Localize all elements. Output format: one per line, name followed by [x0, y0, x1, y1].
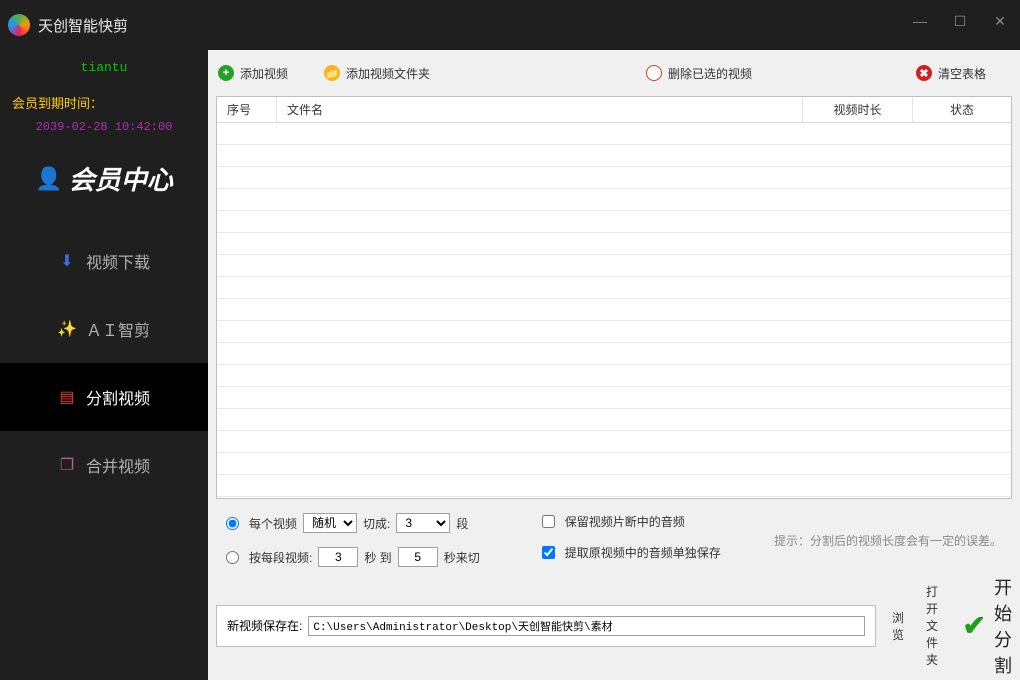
member-center-label: 会员中心 — [69, 160, 173, 197]
add-video-label: 添加视频 — [240, 65, 288, 82]
keep-audio-checkbox[interactable] — [542, 515, 555, 528]
split-mode-group: 每个视频 随机 切成: 3 段 按每段视频: 秒 到 秒来切 — [226, 513, 480, 567]
app-title: 天创智能快剪 — [38, 15, 128, 36]
x-icon: ✖ — [916, 65, 932, 81]
window-controls: — ☐ ✕ — [900, 0, 1020, 50]
sec-b-input[interactable] — [398, 547, 438, 567]
delete-selected-label: 删除已选的视频 — [668, 65, 752, 82]
expire-label: 会员到期时间： — [0, 93, 103, 112]
sidebar-item-merge[interactable]: ❐ 合并视频 — [0, 431, 208, 499]
body: tiantu 会员到期时间： 2039-02-28 10:42:00 👤 会员中… — [0, 50, 1020, 680]
sidebar-item-download[interactable]: ⬇ 视频下载 — [0, 227, 208, 295]
open-folder-button[interactable]: 打开文件夹 — [920, 583, 953, 668]
extract-audio-row: 提取原视频中的音频单独保存 — [542, 544, 721, 561]
save-label: 新视频保存在: — [227, 617, 302, 634]
main-panel: + 添加视频 📁 添加视频文件夹 − 删除已选的视频 ✖ 清空表格 — [208, 50, 1020, 680]
sidebar-item-split[interactable]: ▤ 分割视频 — [0, 363, 208, 431]
sec-a-input[interactable] — [318, 547, 358, 567]
merge-icon: ❐ — [58, 456, 76, 474]
browse-button[interactable]: 浏览 — [886, 609, 910, 643]
sidebar-item-label: 分割视频 — [86, 385, 150, 409]
audio-options-group: 保留视频片断中的音频 提取原视频中的音频单独保存 — [542, 513, 721, 561]
add-folder-label: 添加视频文件夹 — [346, 65, 430, 82]
save-row: 新视频保存在: 浏览 打开文件夹 ✔ 开始分割 — [216, 583, 1012, 668]
titlebar: 天创智能快剪 — ☐ ✕ — [0, 0, 1020, 50]
start-label: 开始分割 — [994, 574, 1012, 678]
sidebar: tiantu 会员到期时间： 2039-02-28 10:42:00 👤 会员中… — [0, 50, 208, 680]
minus-icon: − — [646, 65, 662, 81]
per-video-radio[interactable] — [226, 517, 239, 530]
plus-icon: + — [218, 65, 234, 81]
options-panel: 每个视频 随机 切成: 3 段 按每段视频: 秒 到 秒来切 — [208, 499, 1020, 575]
start-split-button[interactable]: ✔ 开始分割 — [963, 605, 1012, 647]
add-video-button[interactable]: + 添加视频 — [218, 65, 288, 82]
delete-selected-button[interactable]: − 删除已选的视频 — [646, 65, 752, 82]
sidebar-item-label: 合并视频 — [86, 453, 150, 477]
checkmark-icon: ✔ — [963, 609, 986, 642]
sec-between-label: 秒 到 — [364, 549, 391, 566]
save-path-box: 新视频保存在: — [216, 605, 876, 647]
app-logo-icon — [8, 14, 30, 36]
sparkle-icon: ✨ — [58, 320, 76, 338]
col-status[interactable]: 状态 — [913, 97, 1011, 122]
keep-audio-row: 保留视频片断中的音频 — [542, 513, 721, 530]
per-segment-radio[interactable] — [226, 551, 239, 564]
table-header: 序号 文件名 视频时长 状态 — [217, 97, 1011, 123]
close-button[interactable]: ✕ — [980, 8, 1020, 34]
seg-unit-label: 段 — [456, 515, 468, 532]
sidebar-item-ai-cut[interactable]: ✨ ＡＩ智剪 — [0, 295, 208, 363]
app-window: 天创智能快剪 — ☐ ✕ tiantu 会员到期时间： 2039-02-28 1… — [0, 0, 1020, 680]
minimize-button[interactable]: — — [900, 8, 940, 34]
maximize-button[interactable]: ☐ — [940, 8, 980, 34]
seg-count-select[interactable]: 3 — [396, 513, 450, 533]
keep-audio-label: 保留视频片断中的音频 — [565, 513, 685, 530]
sec-cut-label: 秒来切 — [444, 549, 480, 566]
extract-audio-label: 提取原视频中的音频单独保存 — [565, 544, 721, 561]
col-index[interactable]: 序号 — [217, 97, 277, 122]
clear-table-label: 清空表格 — [938, 65, 986, 82]
sidebar-item-label: ＡＩ智剪 — [86, 317, 150, 341]
download-icon: ⬇ — [58, 252, 76, 270]
folder-icon: 📁 — [324, 65, 340, 81]
toolbar: + 添加视频 📁 添加视频文件夹 − 删除已选的视频 ✖ 清空表格 — [208, 50, 1020, 96]
member-center-button[interactable]: 👤 会员中心 — [35, 160, 172, 197]
cut-into-label: 切成: — [363, 515, 390, 532]
add-folder-button[interactable]: 📁 添加视频文件夹 — [324, 65, 430, 82]
per-segment-row: 按每段视频: 秒 到 秒来切 — [226, 547, 480, 567]
sidebar-item-label: 视频下载 — [86, 249, 150, 273]
save-path-input[interactable] — [308, 616, 865, 636]
col-duration[interactable]: 视频时长 — [803, 97, 913, 122]
per-video-label: 每个视频 — [249, 515, 297, 532]
clear-table-button[interactable]: ✖ 清空表格 — [916, 65, 986, 82]
random-select[interactable]: 随机 — [303, 513, 357, 533]
split-icon: ▤ — [58, 388, 76, 406]
extract-audio-checkbox[interactable] — [542, 546, 555, 559]
col-filename[interactable]: 文件名 — [277, 97, 803, 122]
per-video-row: 每个视频 随机 切成: 3 段 — [226, 513, 480, 533]
table-body[interactable] — [217, 123, 1011, 498]
expire-time: 2039-02-28 10:42:00 — [36, 120, 173, 134]
person-icon: 👤 — [35, 166, 62, 192]
hint-text: 提示：分割后的视频长度会有一定的误差。 — [774, 532, 1002, 549]
per-segment-label: 按每段视频: — [249, 549, 312, 566]
file-table: 序号 文件名 视频时长 状态 — [216, 96, 1012, 499]
username-label: tiantu — [81, 60, 128, 75]
